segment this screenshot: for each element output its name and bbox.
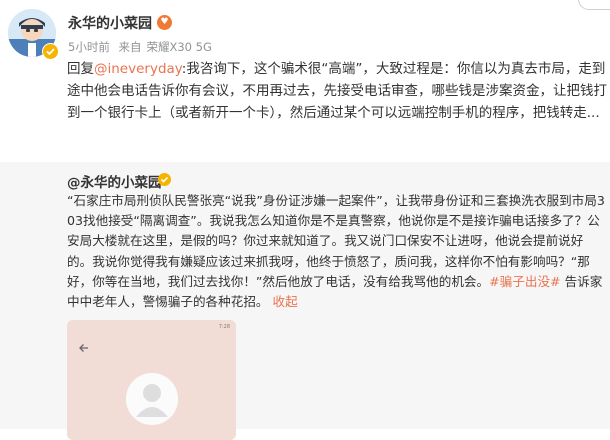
post-text: 回复@ineveryday:我咨询下，这个骗术很“高端”，大致过程是：你信以为真…: [67, 58, 607, 124]
collapse-link[interactable]: 收起: [273, 294, 298, 309]
post-username[interactable]: 永华的小菜园: [68, 13, 152, 33]
more-options-button[interactable]: [578, 0, 610, 10]
post-source-prefix: 来自: [118, 40, 142, 54]
post-time[interactable]: 5小时前: [68, 40, 110, 54]
post-source-device: 荣耀X30 5G: [146, 40, 212, 54]
reply-prefix: 回复: [67, 61, 94, 77]
fan-badge-icon: ♥: [157, 15, 172, 30]
post-meta: 5小时前 来自 荣耀X30 5G: [68, 39, 217, 55]
repost-image-thumbnail[interactable]: 7:28: [67, 320, 236, 440]
back-arrow-icon: [78, 342, 90, 354]
repost-verified-badge-icon: [158, 173, 171, 186]
repost-text: “石家庄市局刑侦队民警张亮“说我”身份证涉嫌一起案件”，让我带身份证和三套换洗衣…: [67, 191, 608, 312]
mention-link[interactable]: @ineveryday: [94, 61, 182, 77]
contact-avatar-icon: [126, 373, 178, 425]
thumbnail-status-time: 7:28: [218, 324, 230, 330]
hashtag-link[interactable]: #骗子出没#: [489, 274, 560, 289]
thumbnail-status-bar: 7:28: [73, 324, 230, 332]
repost-author[interactable]: @永华的小菜园: [67, 171, 162, 191]
verified-badge-icon: [42, 43, 59, 60]
weibo-post: 永华的小菜园 ♥ 5小时前 来自 荣耀X30 5G 回复@ineveryday:我…: [0, 0, 610, 162]
